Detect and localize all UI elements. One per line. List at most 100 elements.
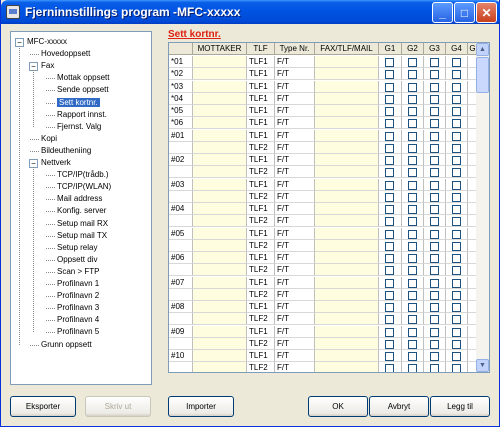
group-checkbox[interactable]	[385, 217, 394, 227]
group-checkbox[interactable]	[452, 168, 461, 178]
group-checkbox[interactable]	[430, 339, 439, 349]
column-header[interactable]: G4	[446, 43, 468, 55]
group-checkbox[interactable]	[430, 315, 439, 325]
tree-item[interactable]: Mail address	[57, 193, 102, 205]
table-row[interactable]: *01 TLF1 F/T	[169, 56, 489, 68]
tree-item[interactable]: Fjernst. Valg	[57, 121, 101, 133]
table-row[interactable]: TLF2 F/T	[169, 313, 489, 326]
group-checkbox[interactable]	[385, 119, 394, 129]
group-checkbox[interactable]	[408, 278, 417, 288]
group-checkbox[interactable]	[430, 266, 439, 276]
table-row[interactable]: TLF2 F/T	[169, 264, 489, 277]
group-checkbox[interactable]	[452, 143, 461, 153]
number-cell[interactable]	[315, 56, 379, 68]
group-checkbox[interactable]	[408, 241, 417, 251]
tree-item[interactable]: Profilnavn 2	[57, 290, 99, 302]
number-cell[interactable]	[315, 227, 379, 240]
group-checkbox[interactable]	[452, 290, 461, 300]
number-cell[interactable]	[315, 166, 379, 179]
number-cell[interactable]	[315, 141, 379, 154]
tree-item[interactable]: MFC-xxxxx	[27, 36, 67, 48]
number-cell[interactable]	[315, 313, 379, 326]
recipient-cell[interactable]	[193, 362, 247, 372]
group-checkbox[interactable]	[452, 315, 461, 325]
group-checkbox[interactable]	[452, 107, 461, 116]
recipient-cell[interactable]	[193, 264, 247, 277]
group-checkbox[interactable]	[430, 290, 439, 300]
group-checkbox[interactable]	[430, 119, 439, 129]
group-checkbox[interactable]	[408, 205, 417, 214]
column-header[interactable]	[169, 43, 193, 55]
group-checkbox[interactable]	[430, 70, 439, 80]
table-row[interactable]: TLF2 F/T	[169, 239, 489, 252]
ok-button[interactable]: OK	[308, 396, 368, 417]
number-cell[interactable]	[315, 252, 379, 264]
group-checkbox[interactable]	[430, 168, 439, 178]
scroll-up-button[interactable]: ▲	[476, 43, 489, 56]
recipient-cell[interactable]	[193, 141, 247, 154]
recipient-cell[interactable]	[193, 203, 247, 215]
tree-item[interactable]: Profilnavn 3	[57, 302, 99, 314]
group-checkbox[interactable]	[385, 58, 394, 67]
recipient-cell[interactable]	[193, 166, 247, 179]
tree-item[interactable]: Sett kortnr.	[57, 97, 100, 109]
group-checkbox[interactable]	[430, 327, 439, 337]
group-checkbox[interactable]	[452, 94, 461, 104]
group-checkbox[interactable]	[385, 254, 394, 263]
group-checkbox[interactable]	[408, 70, 417, 80]
table-row[interactable]: #06 TLF1 F/T	[169, 252, 489, 264]
group-checkbox[interactable]	[408, 107, 417, 116]
tree-item[interactable]: Nettverk	[41, 157, 71, 169]
group-checkbox[interactable]	[452, 205, 461, 214]
table-row[interactable]: #10 TLF1 F/T	[169, 350, 489, 362]
number-cell[interactable]	[315, 215, 379, 228]
group-checkbox[interactable]	[452, 156, 461, 165]
recipient-cell[interactable]	[193, 129, 247, 142]
group-checkbox[interactable]	[385, 327, 394, 337]
table-row[interactable]: TLF2 F/T	[169, 288, 489, 301]
group-checkbox[interactable]	[452, 82, 461, 92]
group-checkbox[interactable]	[452, 352, 461, 361]
group-checkbox[interactable]	[408, 339, 417, 349]
group-checkbox[interactable]	[452, 229, 461, 239]
table-row[interactable]: *06 TLF1 F/T	[169, 117, 489, 130]
group-checkbox[interactable]	[408, 364, 417, 372]
recipient-cell[interactable]	[193, 301, 247, 313]
group-checkbox[interactable]	[452, 241, 461, 251]
recipient-cell[interactable]	[193, 117, 247, 130]
tree-item[interactable]: Sende oppsett	[57, 84, 109, 96]
group-checkbox[interactable]	[430, 352, 439, 361]
group-checkbox[interactable]	[452, 131, 461, 141]
group-checkbox[interactable]	[452, 119, 461, 129]
tree-item[interactable]: Kopi	[41, 133, 57, 145]
number-cell[interactable]	[315, 92, 379, 105]
group-checkbox[interactable]	[385, 290, 394, 300]
group-checkbox[interactable]	[452, 180, 461, 190]
group-checkbox[interactable]	[408, 327, 417, 337]
tree-item[interactable]: Oppsett div	[57, 254, 97, 266]
tree-item[interactable]: Profilnavn 1	[57, 278, 99, 290]
group-checkbox[interactable]	[385, 205, 394, 214]
group-checkbox[interactable]	[430, 254, 439, 263]
import-button[interactable]: Importer	[168, 396, 234, 417]
column-header[interactable]: G2	[402, 43, 424, 55]
group-checkbox[interactable]	[408, 168, 417, 178]
group-checkbox[interactable]	[385, 229, 394, 239]
speed-dial-table[interactable]: MOTTAKER TLF Type Nr. FAX/TLF/MAIL G1 G2 G3 G4 G…	[168, 42, 490, 373]
group-checkbox[interactable]	[430, 364, 439, 372]
tree-item[interactable]: Setup mail TX	[57, 230, 107, 242]
table-row[interactable]: TLF2 F/T	[169, 215, 489, 228]
recipient-cell[interactable]	[193, 239, 247, 252]
group-checkbox[interactable]	[430, 94, 439, 104]
table-row[interactable]: TLF2 F/T	[169, 166, 489, 179]
number-cell[interactable]	[315, 105, 379, 117]
tree-item[interactable]: Hovedoppsett	[41, 48, 90, 60]
table-row[interactable]: TLF2 F/T	[169, 190, 489, 203]
column-header[interactable]: G1	[379, 43, 402, 55]
group-checkbox[interactable]	[430, 143, 439, 153]
group-checkbox[interactable]	[452, 58, 461, 67]
group-checkbox[interactable]	[385, 241, 394, 251]
group-checkbox[interactable]	[408, 290, 417, 300]
group-checkbox[interactable]	[385, 315, 394, 325]
group-checkbox[interactable]	[408, 352, 417, 361]
